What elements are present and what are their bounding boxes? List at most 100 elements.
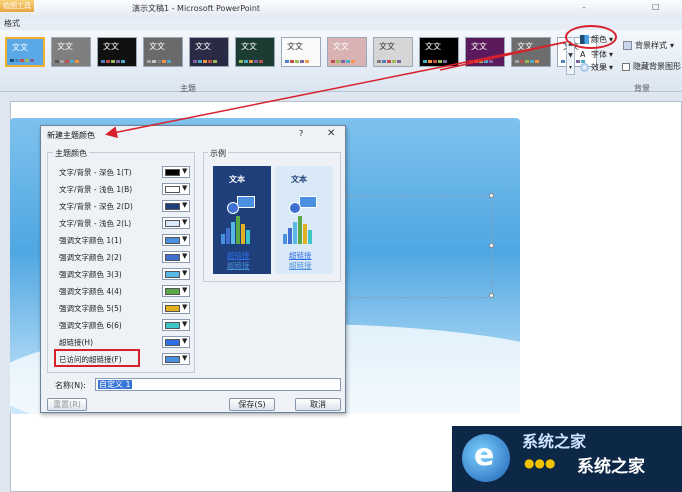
checkbox-icon[interactable]	[622, 62, 630, 71]
hide-background-graphics-checkbox[interactable]: 隐藏背景图形	[622, 61, 681, 72]
theme-thumbnail[interactable]: 文文	[5, 37, 45, 67]
theme-thumbnail[interactable]: 文文	[51, 37, 91, 67]
sample-dark: 文本 超链接 超链接	[213, 166, 271, 274]
theme-color-chip	[530, 60, 534, 63]
maximize-button[interactable]: □	[652, 2, 660, 11]
save-button[interactable]: 保存(S)	[229, 398, 275, 411]
theme-color-strip	[101, 60, 125, 63]
color-row-label: 超链接(H)	[59, 338, 93, 347]
dialog-title: 新建主题颜色	[47, 131, 95, 140]
color-picker-button[interactable]: ▼	[162, 217, 190, 229]
shape-circle	[289, 202, 301, 214]
theme-fonts-button[interactable]: A 字体 ▾	[580, 48, 613, 60]
chevron-down-icon: ▼	[182, 167, 188, 175]
color-row: 强调文字颜色 3(3) ▼	[47, 268, 190, 280]
theme-color-chip	[106, 60, 110, 63]
color-picker-button[interactable]: ▼	[162, 200, 190, 212]
color-row: 文字/背景 - 深色 1(T) ▼	[47, 166, 190, 178]
color-picker-button[interactable]: ▼	[162, 336, 190, 348]
chart-bar	[293, 222, 297, 244]
shape-circle	[227, 202, 239, 214]
color-row-label: 文字/背景 - 深色 1(T)	[59, 168, 132, 177]
close-icon[interactable]: ✕	[327, 128, 335, 139]
color-picker-button[interactable]: ▼	[162, 166, 190, 178]
color-picker-button[interactable]: ▼	[162, 302, 190, 314]
color-row: 强调文字颜色 1(1) ▼	[47, 234, 190, 246]
sample-dark-visited-link: 超链接	[227, 261, 250, 270]
chart-bar	[246, 230, 250, 244]
theme-color-chip	[249, 60, 253, 63]
theme-color-chip	[208, 60, 212, 63]
resize-handle[interactable]	[489, 193, 494, 198]
scroll-down-icon[interactable]: ▼	[567, 50, 574, 62]
color-picker-button[interactable]: ▼	[162, 319, 190, 331]
resize-handle[interactable]	[489, 243, 494, 248]
theme-color-chip	[75, 60, 79, 63]
theme-color-chip	[469, 60, 473, 63]
theme-thumbnail[interactable]: 文文	[189, 37, 229, 67]
help-icon[interactable]: ?	[299, 129, 303, 138]
minimize-button[interactable]: –	[582, 3, 586, 12]
theme-thumbnail-label: 文文	[471, 42, 487, 51]
theme-thumbnail[interactable]: 文文	[97, 37, 137, 67]
theme-color-chip	[101, 60, 105, 63]
chart-bar	[241, 224, 245, 244]
theme-color-chip	[25, 59, 29, 62]
resize-handle[interactable]	[489, 293, 494, 298]
theme-color-strip	[239, 60, 263, 63]
theme-color-chip	[244, 60, 248, 63]
color-row-label: 文字/背景 - 浅色 2(L)	[59, 219, 132, 228]
color-picker-button[interactable]: ▼	[162, 268, 190, 280]
color-swatch	[165, 169, 180, 176]
theme-effects-button[interactable]: 效果 ▾	[580, 61, 613, 73]
color-swatch	[165, 186, 180, 193]
logo-e-icon: e	[474, 438, 495, 473]
theme-color-strip	[515, 60, 539, 63]
theme-color-chip	[213, 60, 217, 63]
theme-color-chip	[198, 60, 202, 63]
theme-thumbnail[interactable]: 文文	[235, 37, 275, 67]
theme-color-chip	[55, 60, 59, 63]
color-picker-button[interactable]: ▼	[162, 251, 190, 263]
cancel-button[interactable]: 取消	[295, 398, 341, 411]
theme-thumbnail[interactable]: 文文	[419, 37, 459, 67]
chart-bar	[236, 216, 240, 244]
theme-name-input[interactable]: 自定义 1	[95, 378, 341, 391]
text-placeholder[interactable]	[345, 193, 494, 298]
chevron-down-icon: ▼	[182, 201, 188, 209]
color-picker-button[interactable]: ▼	[162, 285, 190, 297]
theme-thumbnail[interactable]: 文文	[465, 37, 505, 67]
color-row-label: 文字/背景 - 浅色 1(B)	[59, 185, 133, 194]
theme-thumbnail-label: 文文	[103, 42, 119, 51]
reset-button[interactable]: 重置(R)	[47, 398, 87, 411]
theme-thumbnail[interactable]: 文文	[327, 37, 367, 67]
theme-color-chip	[65, 60, 69, 63]
theme-thumbnail[interactable]: 文文	[143, 37, 183, 67]
color-picker-button[interactable]: ▼	[162, 183, 190, 195]
theme-color-chip	[116, 60, 120, 63]
theme-thumbnail[interactable]: 文文	[373, 37, 413, 67]
theme-effects-label: 效果	[591, 62, 607, 72]
color-row-label: 强调文字颜色 4(4)	[59, 287, 122, 296]
hide-background-label: 隐藏背景图形	[633, 62, 681, 71]
drawing-tools-context-tab[interactable]: 绘图工具	[0, 0, 34, 12]
theme-thumbnail[interactable]: 文文	[281, 37, 321, 67]
color-picker-button[interactable]: ▼	[162, 353, 190, 365]
background-styles-button[interactable]: 背景样式 ▾	[623, 40, 674, 51]
color-picker-button[interactable]: ▼	[162, 234, 190, 246]
theme-color-chip	[203, 60, 207, 63]
theme-color-chip	[346, 60, 350, 63]
theme-color-chip	[30, 59, 34, 62]
color-swatch	[165, 339, 180, 346]
theme-thumbnail[interactable]: 文文	[511, 37, 551, 67]
tab-format[interactable]: 格式	[4, 18, 20, 29]
color-swatch	[165, 356, 180, 363]
theme-color-chip	[331, 60, 335, 63]
color-swatch	[165, 288, 180, 295]
sample-dark-shapes	[227, 196, 257, 214]
theme-color-chip	[525, 60, 529, 63]
logo-top-text-icon: 系统之家	[522, 432, 587, 451]
background-styles-label: 背景样式	[635, 41, 667, 50]
chart-bar	[288, 228, 292, 244]
more-icon[interactable]: ▾	[567, 62, 574, 74]
